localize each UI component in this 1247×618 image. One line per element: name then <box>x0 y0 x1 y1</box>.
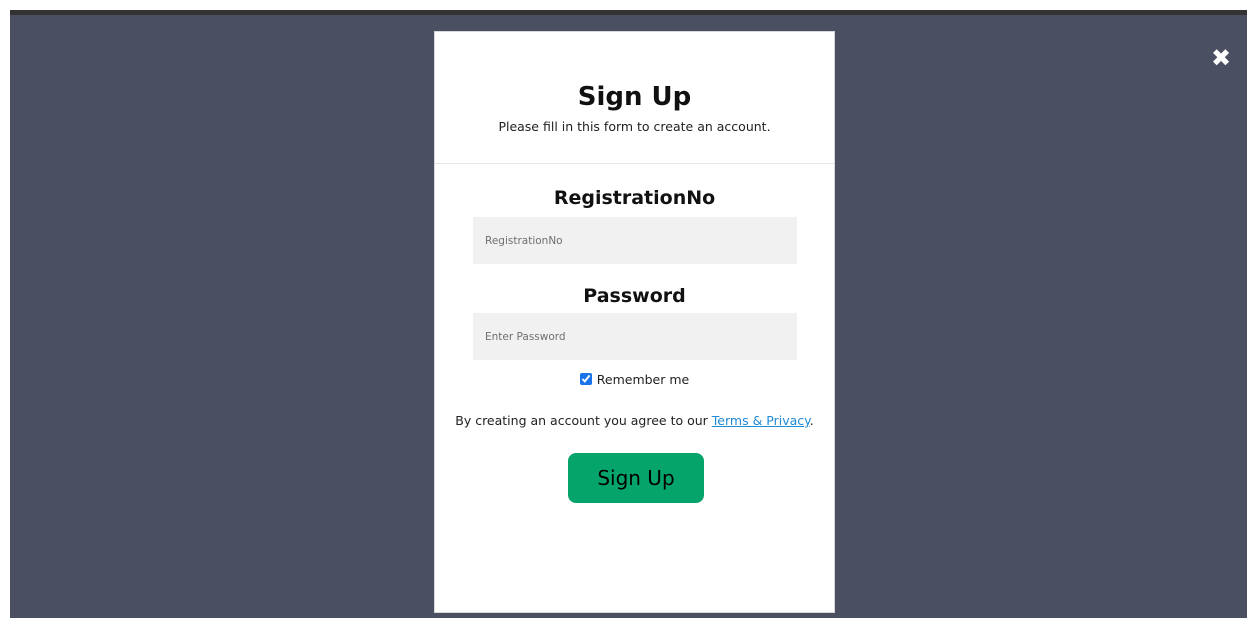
divider <box>435 163 834 164</box>
signup-modal: Sign Up Please fill in this form to crea… <box>434 31 835 613</box>
remember-me-checkbox[interactable] <box>579 373 592 385</box>
modal-subtitle: Please fill in this form to create an ac… <box>498 119 771 134</box>
signup-button[interactable]: Sign Up <box>568 453 704 503</box>
password-input[interactable] <box>473 313 797 360</box>
terms-suffix: . <box>809 413 814 428</box>
password-label: Password <box>583 285 686 307</box>
registration-label: RegistrationNo <box>553 187 716 209</box>
terms-text: By creating an account you agree to our … <box>435 413 834 428</box>
remember-me-label: Remember me <box>596 372 690 387</box>
close-icon[interactable]: ✖ <box>1209 46 1233 70</box>
remember-me-row: Remember me <box>435 372 834 387</box>
terms-prefix: By creating an account you agree to our <box>455 413 712 428</box>
modal-title: Sign Up <box>577 82 692 112</box>
terms-privacy-link[interactable]: Terms & Privacy <box>712 413 810 428</box>
registration-input[interactable] <box>473 217 797 264</box>
